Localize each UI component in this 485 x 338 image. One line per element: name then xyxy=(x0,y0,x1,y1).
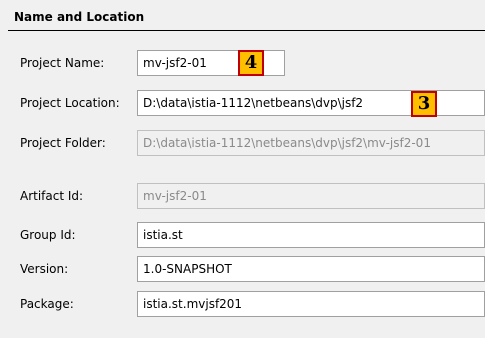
section-title: Name and Location xyxy=(14,10,145,24)
project-folder-input: D:\data\istia-1112\netbeans\dvp\jsf2\mv-… xyxy=(137,130,485,156)
new-project-name-location-panel: Name and Location Project Name: mv-jsf2-… xyxy=(0,0,485,338)
group-id-input[interactable]: istia.st xyxy=(137,222,485,248)
annotation-badge-3: 3 xyxy=(411,91,437,117)
project-folder-label: Project Folder: xyxy=(20,136,106,150)
package-label: Package: xyxy=(20,297,74,311)
project-location-label: Project Location: xyxy=(20,96,120,110)
version-label: Version: xyxy=(20,262,69,276)
package-input[interactable]: istia.st.mvjsf201 xyxy=(137,291,485,317)
annotation-badge-4: 4 xyxy=(238,50,264,76)
artifact-id-input: mv-jsf2-01 xyxy=(137,183,485,209)
group-id-label: Group Id: xyxy=(20,228,76,242)
version-input[interactable]: 1.0-SNAPSHOT xyxy=(137,256,485,282)
artifact-id-label: Artifact Id: xyxy=(20,189,84,203)
project-name-label: Project Name: xyxy=(20,56,105,70)
